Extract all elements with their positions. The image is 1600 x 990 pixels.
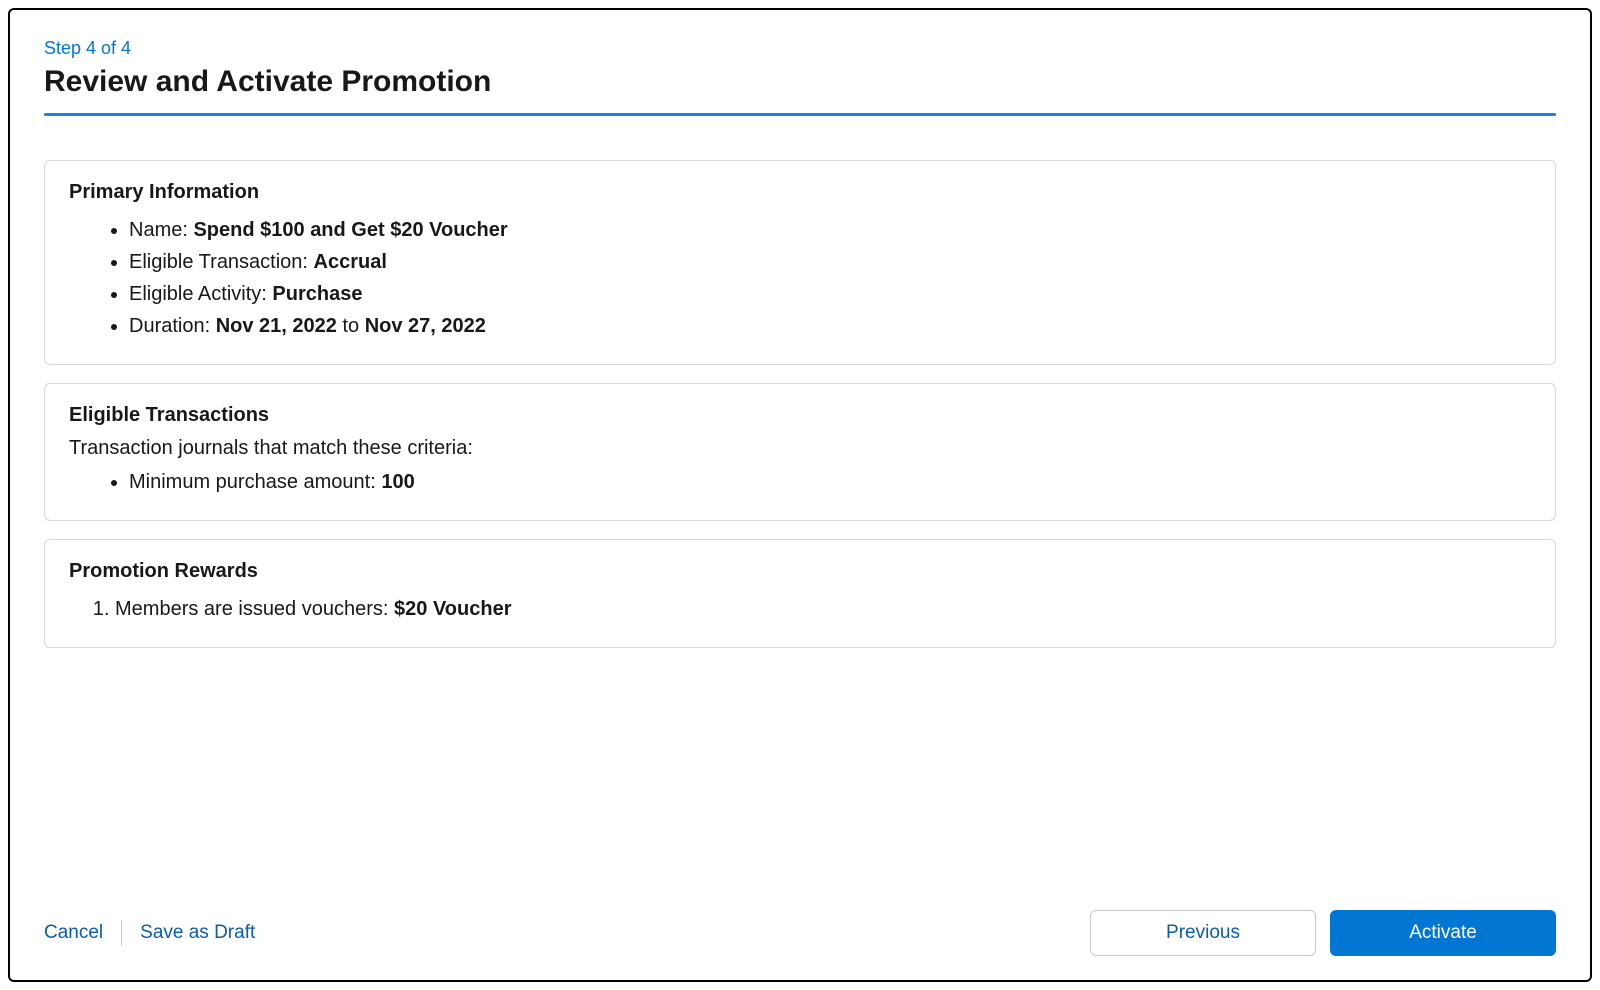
duration-start: Nov 21, 2022 (216, 315, 337, 337)
primary-info-item: Name: Spend $100 and Get $20 Voucher (129, 214, 1531, 246)
duration-end: Nov 27, 2022 (365, 315, 486, 337)
primary-info-item: Eligible Activity: Purchase (129, 278, 1531, 310)
previous-button[interactable]: Previous (1090, 910, 1316, 956)
field-label: Members are issued vouchers: (115, 598, 394, 620)
eligible-transactions-title: Eligible Transactions (69, 404, 1531, 427)
field-label: Eligible Transaction: (129, 251, 314, 273)
promotion-rewards-card: Promotion Rewards Members are issued vou… (44, 539, 1556, 648)
eligible-transaction-item: Minimum purchase amount: 100 (129, 466, 1531, 498)
field-label: Name: (129, 219, 193, 241)
footer-left: Cancel Save as Draft (44, 920, 255, 946)
footer-divider (121, 920, 122, 946)
footer-right: Previous Activate (1090, 910, 1556, 956)
primary-info-title: Primary Information (69, 181, 1531, 204)
primary-information-card: Primary Information Name: Spend $100 and… (44, 160, 1556, 365)
field-label: Eligible Activity: (129, 283, 272, 305)
field-value: Accrual (314, 251, 387, 273)
page-title: Review and Activate Promotion (44, 65, 1556, 99)
field-label: Minimum purchase amount: (129, 471, 381, 493)
review-promotion-modal: Step 4 of 4 Review and Activate Promotio… (8, 8, 1592, 982)
field-value: 100 (381, 471, 414, 493)
primary-info-item: Eligible Transaction: Accrual (129, 246, 1531, 278)
field-label: Duration: (129, 315, 216, 337)
title-underline (44, 113, 1556, 116)
primary-info-duration: Duration: Nov 21, 2022 to Nov 27, 2022 (129, 310, 1531, 342)
save-as-draft-button[interactable]: Save as Draft (140, 922, 255, 944)
promotion-reward-item: Members are issued vouchers: $20 Voucher (115, 593, 1531, 625)
field-value: Purchase (272, 283, 362, 305)
step-indicator: Step 4 of 4 (44, 38, 1556, 59)
duration-to: to (337, 315, 365, 337)
eligible-transactions-card: Eligible Transactions Transaction journa… (44, 383, 1556, 521)
field-value: Spend $100 and Get $20 Voucher (193, 219, 507, 241)
field-value: $20 Voucher (394, 598, 511, 620)
modal-footer: Cancel Save as Draft Previous Activate (44, 890, 1556, 956)
cancel-button[interactable]: Cancel (44, 922, 103, 944)
promotion-rewards-title: Promotion Rewards (69, 560, 1531, 583)
activate-button[interactable]: Activate (1330, 910, 1556, 956)
eligible-transactions-subtext: Transaction journals that match these cr… (69, 437, 1531, 460)
